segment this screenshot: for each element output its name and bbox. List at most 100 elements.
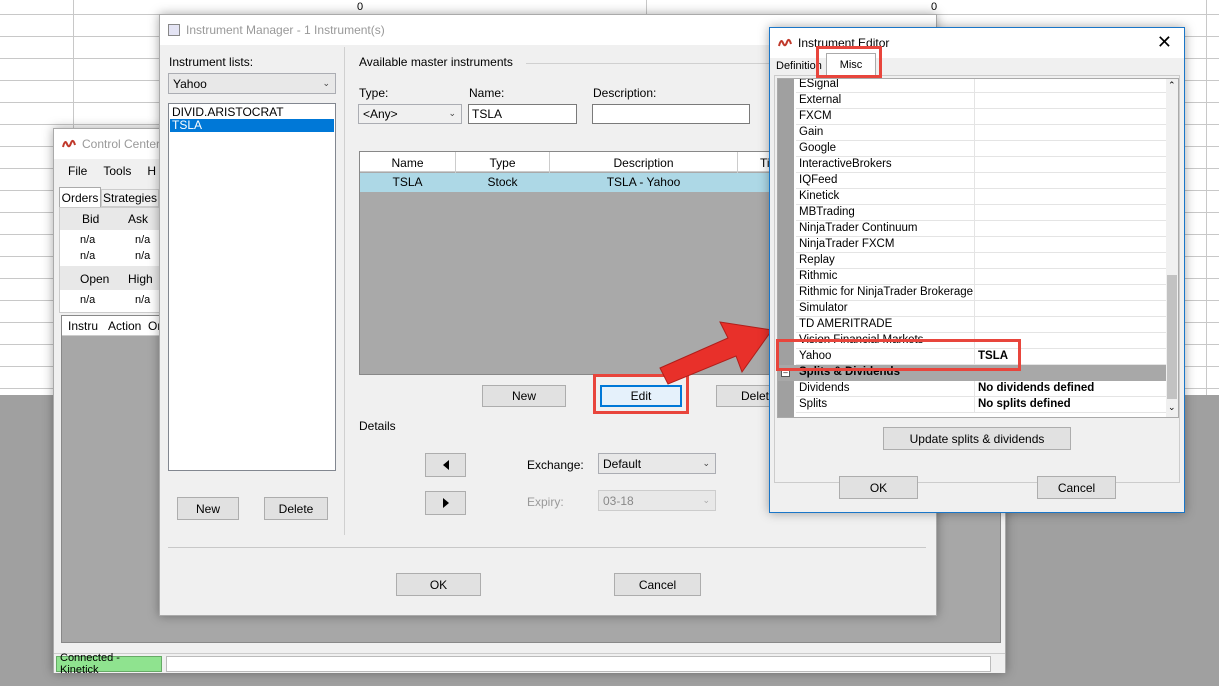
property-grid[interactable]: ESignal External FXCM Gain Google Interactive… — [777, 78, 1179, 418]
instrument-manager-title: Instrument Manager - 1 Instrument(s) — [186, 23, 385, 37]
exchange-selected: Default — [603, 456, 642, 471]
status-bar: Connected - Kinetick — [54, 652, 1005, 676]
tab-misc[interactable]: Misc — [826, 53, 876, 75]
property-row-splits[interactable]: Splits No splits defined — [796, 397, 1168, 413]
property-value[interactable]: TSLA — [978, 350, 1008, 362]
scroll-down-icon[interactable]: ⌄ — [1168, 402, 1176, 413]
close-icon[interactable]: ✕ — [1157, 33, 1172, 51]
property-name: NinjaTrader Continuum — [799, 222, 918, 234]
control-center-titlebar[interactable]: Control Center — [54, 129, 174, 159]
menu-tools[interactable]: Tools — [103, 164, 131, 178]
property-row[interactable]: MBTrading — [796, 205, 1168, 221]
tab-strategies[interactable]: Strategies — [101, 189, 159, 207]
property-row[interactable]: Rithmic — [796, 269, 1168, 285]
connection-status[interactable]: Connected - Kinetick — [56, 652, 162, 676]
property-name: Gain — [799, 126, 824, 138]
exchange-dropdown[interactable]: Default ⌄ — [598, 453, 716, 474]
editor-ok-button[interactable]: OK — [839, 476, 918, 499]
instrument-editor-window: Instrument Editor ✕ Definition Misc ESig… — [769, 27, 1185, 513]
property-row[interactable]: Simulator — [796, 301, 1168, 317]
vertical-divider — [344, 47, 345, 535]
type-selected: <Any> — [363, 107, 398, 121]
chevron-down-icon: ⌄ — [448, 107, 456, 118]
property-row[interactable]: Kinetick — [796, 189, 1168, 205]
property-name: Rithmic — [799, 270, 838, 282]
cell-name: TSLA — [392, 175, 423, 189]
property-name: Simulator — [799, 302, 848, 314]
cell-type: Stock — [487, 175, 518, 189]
property-row[interactable]: TD AMERITRADE — [796, 317, 1168, 333]
description-label: Description: — [593, 86, 657, 100]
cancel-button[interactable]: Cancel — [614, 573, 701, 596]
grid-value: 0 — [931, 1, 938, 13]
new-instrument-button[interactable]: New — [482, 385, 566, 407]
property-row-yahoo[interactable]: Yahoo TSLA — [796, 349, 1168, 365]
name-label: Name: — [469, 86, 505, 100]
property-name: MBTrading — [799, 206, 855, 218]
table-header-name[interactable]: Name — [360, 156, 455, 170]
instrument-lists-dropdown[interactable]: Yahoo ⌄ — [168, 73, 336, 94]
property-row[interactable]: NinjaTrader Continuum — [796, 221, 1168, 237]
table-header-description[interactable]: Description — [550, 156, 737, 170]
expiry-label: Expiry: — [527, 495, 564, 509]
section-divider — [526, 63, 772, 64]
property-row[interactable]: Rithmic for NinjaTrader Brokerage — [796, 285, 1168, 301]
property-row[interactable]: IQFeed — [796, 173, 1168, 189]
collapse-icon[interactable]: – — [781, 368, 790, 377]
property-value[interactable]: No splits defined — [978, 398, 1071, 410]
property-row[interactable]: ESignal — [796, 79, 1168, 93]
chevron-down-icon: ⌄ — [702, 494, 710, 505]
quote-value: n/a — [135, 234, 151, 246]
property-row[interactable]: Replay — [796, 253, 1168, 269]
property-row[interactable]: Google — [796, 141, 1168, 157]
delete-list-button[interactable]: Delete — [264, 497, 328, 520]
property-row[interactable]: NinjaTrader FXCM — [796, 237, 1168, 253]
vertical-scrollbar[interactable]: ⌃ ⌄ — [1166, 79, 1178, 417]
scroll-thumb[interactable] — [1167, 275, 1177, 399]
property-value[interactable]: No dividends defined — [978, 382, 1094, 394]
window-icon — [168, 24, 180, 36]
type-dropdown[interactable]: <Any> ⌄ — [358, 104, 462, 124]
menu-file[interactable]: File — [68, 164, 87, 178]
chevron-down-icon: ⌄ — [702, 457, 710, 468]
quote-value: n/a — [135, 250, 151, 262]
property-row[interactable]: InteractiveBrokers — [796, 157, 1168, 173]
control-center-title: Control Center — [82, 137, 161, 151]
update-splits-dividends-button[interactable]: Update splits & dividends — [883, 427, 1071, 450]
menu-help[interactable]: H — [147, 164, 156, 178]
ok-button[interactable]: OK — [396, 573, 481, 596]
ninjatrader-logo-icon — [778, 38, 792, 47]
tab-orders[interactable]: Orders — [59, 187, 101, 207]
next-button[interactable] — [425, 491, 466, 515]
description-input[interactable] — [592, 104, 750, 124]
tab-definition[interactable]: Definition — [776, 58, 826, 76]
property-name: Google — [799, 142, 837, 154]
property-row[interactable]: External — [796, 93, 1168, 109]
property-row[interactable]: FXCM — [796, 109, 1168, 125]
expiry-dropdown[interactable]: 03-18 ⌄ — [598, 490, 716, 511]
details-label: Details — [359, 419, 396, 433]
chevron-down-icon: ⌄ — [322, 77, 330, 88]
list-item-selected[interactable]: TSLA — [170, 119, 334, 132]
category-header: – Splits & Dividends — [778, 365, 1168, 381]
instrument-editor-title: Instrument Editor — [798, 36, 890, 50]
property-name: Dividends — [799, 382, 850, 394]
table-header-type[interactable]: Type — [456, 156, 549, 170]
property-name: Splits — [799, 398, 828, 410]
instrument-list-box[interactable]: DIVID.ARISTOCRAT TSLA — [168, 103, 336, 471]
property-row[interactable]: Gain — [796, 125, 1168, 141]
previous-button[interactable] — [425, 453, 466, 477]
editor-cancel-button[interactable]: Cancel — [1037, 476, 1116, 499]
category-label: Splits & Dividends — [799, 366, 900, 378]
instrument-lists-selected: Yahoo — [173, 76, 207, 91]
footer-divider — [168, 547, 926, 548]
name-input[interactable]: TSLA — [468, 104, 577, 124]
new-list-button[interactable]: New — [177, 497, 239, 520]
table-row[interactable]: TSLA Stock TSLA - Yahoo — [360, 173, 778, 192]
list-item[interactable]: DIVID.ARISTOCRAT — [172, 105, 284, 119]
property-row-dividends[interactable]: Dividends No dividends defined — [796, 381, 1168, 397]
scroll-up-icon[interactable]: ⌃ — [1168, 80, 1176, 91]
property-row[interactable]: Vision Financial Markets — [796, 333, 1168, 349]
type-label: Type: — [359, 86, 389, 100]
ninjatrader-logo-icon — [62, 139, 76, 148]
